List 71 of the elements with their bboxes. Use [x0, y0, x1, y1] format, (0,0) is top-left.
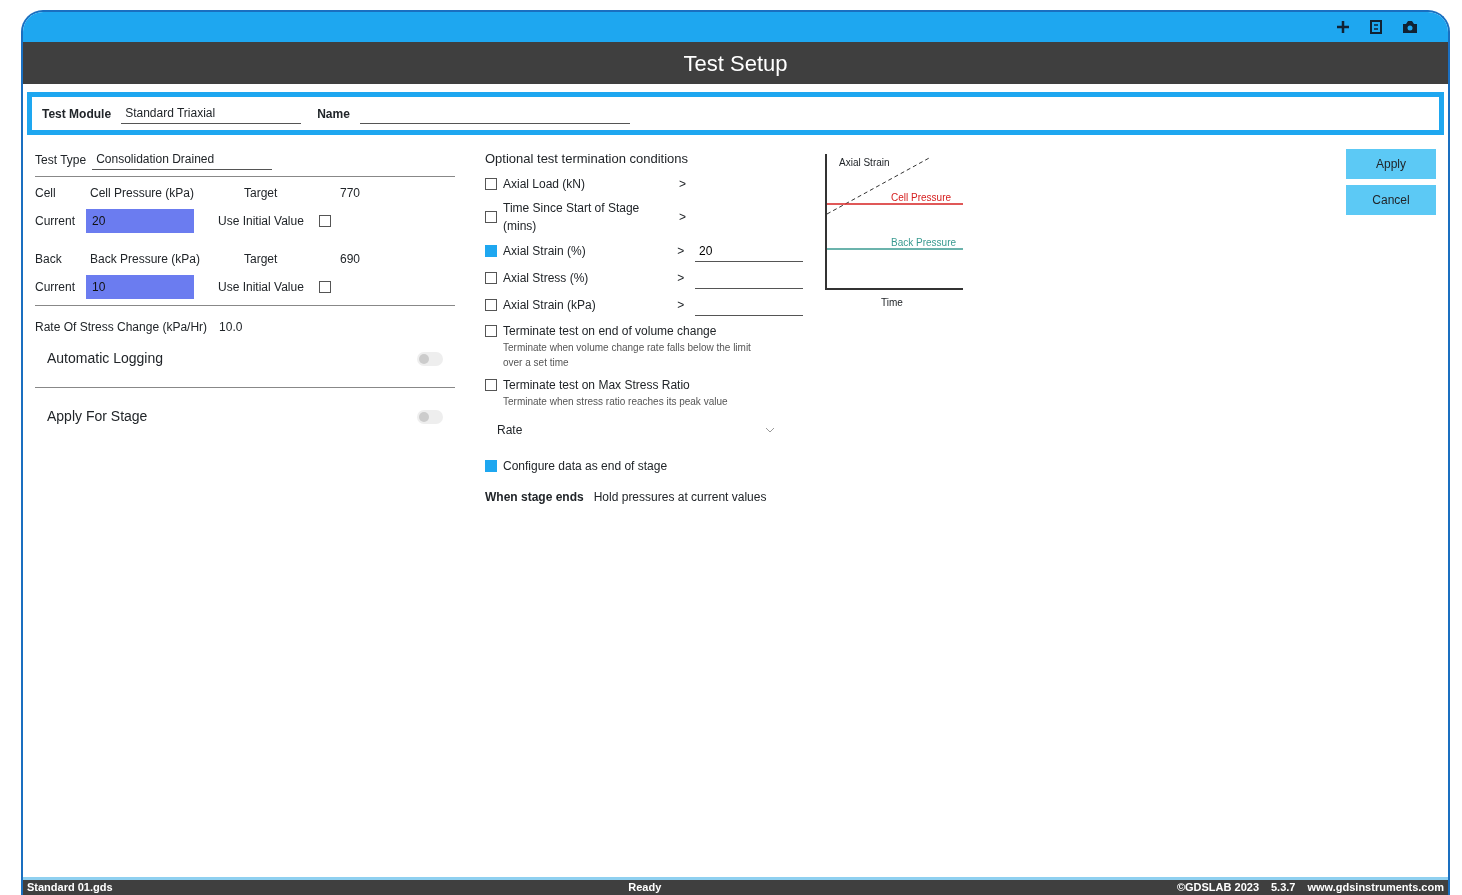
toggle-label: Automatic Logging [47, 349, 163, 368]
checkbox[interactable] [485, 324, 497, 337]
operator-label: > [677, 243, 686, 260]
channel-dropdown[interactable]: Back Pressure (kPa) [86, 249, 226, 269]
stage-end-dropdown[interactable]: Hold pressures at current values [589, 486, 780, 507]
checkbox[interactable] [485, 459, 497, 472]
field-label: Current [35, 279, 76, 296]
rate-value: 10.0 [219, 319, 243, 336]
field-label: When stage ends [485, 488, 584, 506]
series-label: Back Pressure [891, 236, 957, 250]
checkbox-label: Axial Strain (%) [503, 243, 587, 260]
toggle-switch[interactable] [417, 409, 443, 424]
checkbox-label: Use Initial Value [218, 213, 305, 230]
checkbox-label: Axial Stress (%) [503, 270, 590, 287]
field-label: Test Type [35, 151, 87, 169]
field-label: Name [317, 105, 350, 123]
camera-icon[interactable] [1402, 20, 1418, 34]
channel-dropdown[interactable]: Cell Pressure (kPa) [86, 183, 226, 203]
checkbox-label: Terminate test on end of volume change [503, 322, 717, 340]
operator-label: > [679, 175, 687, 193]
checkbox-label: Terminate test on Max Stress Ratio [503, 376, 690, 394]
checkbox-label: Configure data as end of stage [503, 457, 668, 475]
checkbox[interactable] [485, 245, 497, 257]
current-value: 20 [86, 209, 194, 233]
target-value: 690 [340, 251, 361, 268]
checkbox-label: Axial Load (kN) [503, 175, 587, 193]
checkbox[interactable] [485, 299, 497, 311]
checkbox-label: Axial Strain (kPa) [503, 297, 597, 314]
checkbox[interactable] [319, 281, 331, 293]
target-value: 770 [340, 185, 361, 202]
field-label: Rate Of Stress Change (kPa/Hr) [35, 319, 208, 336]
field-label: Cell [35, 185, 57, 202]
operator-label: > [677, 270, 686, 287]
checkbox-label: Use Initial Value [218, 279, 305, 296]
toggle-switch[interactable] [417, 351, 443, 366]
series-label: Cell Pressure [891, 191, 952, 205]
window-title: Test Setup [23, 42, 1448, 84]
field-label: Test Module [42, 105, 112, 123]
document-icon[interactable] [1370, 20, 1382, 34]
test-module-dropdown[interactable]: Standard Triaxial [121, 103, 302, 124]
chevron-icon [765, 426, 775, 433]
field-label: Back [35, 251, 63, 268]
action-button[interactable]: Apply [1346, 149, 1436, 179]
status-text: Ready [628, 880, 662, 895]
file-name: Standard 01.gds [27, 880, 113, 895]
axis-label: Axial Strain [839, 156, 890, 170]
operator-label: > [679, 208, 687, 226]
field-label: Target [244, 251, 279, 268]
action-button[interactable]: Cancel [1346, 185, 1436, 215]
website-link[interactable]: www.gdsinstruments.com [1307, 879, 1444, 895]
checkbox-label: Time Since Start of Stage (mins) [503, 199, 641, 235]
copyright-text: ©GDSLAB 2023 [1176, 880, 1259, 895]
checkbox[interactable] [485, 272, 497, 284]
plus-icon[interactable] [1336, 20, 1350, 34]
checkbox[interactable] [485, 210, 497, 223]
toggle-label: Apply For Stage [47, 407, 148, 426]
checkbox[interactable] [485, 378, 497, 391]
test-type-dropdown[interactable]: Consolidation Drained [92, 149, 273, 170]
field-label: Target [244, 185, 279, 202]
operator-label: > [677, 297, 686, 314]
description-text: Terminate when stress ratio reaches its peak value [503, 394, 729, 409]
checkbox[interactable] [319, 215, 331, 227]
checkbox[interactable] [485, 177, 497, 190]
field-label: Current [35, 213, 76, 230]
description-text: Terminate when volume change rate falls below the limit over a set time [503, 340, 752, 370]
rate-dropdown[interactable]: Rate [497, 420, 523, 439]
axis-label: Time [881, 296, 903, 310]
current-value: 10 [86, 275, 194, 299]
section-title: Optional test termination conditions [485, 150, 690, 168]
value-field[interactable]: 20 [695, 240, 803, 262]
version-text: 5.3.7 [1271, 880, 1296, 895]
